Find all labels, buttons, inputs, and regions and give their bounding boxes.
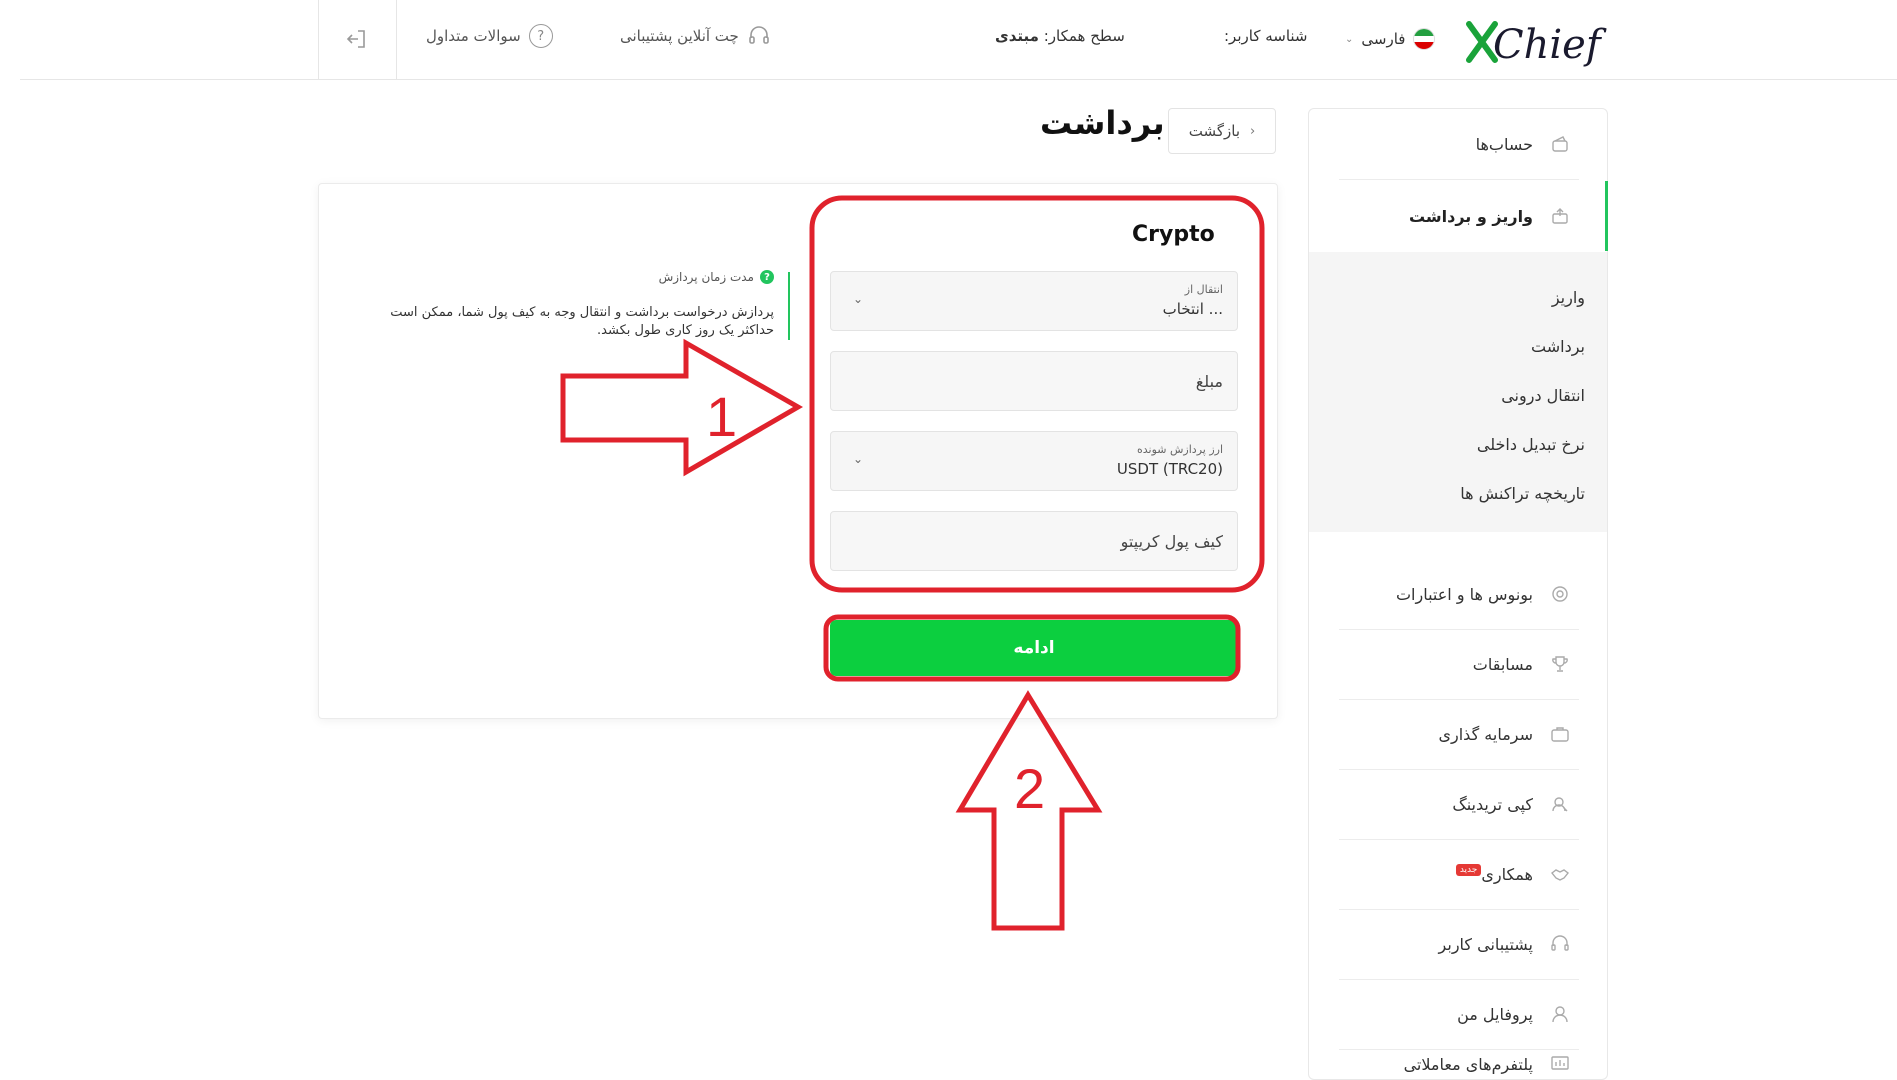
- page-title: برداشت: [1040, 104, 1165, 142]
- partner-level: سطح همکار: مبتدی: [995, 27, 1125, 45]
- transfer-from-value: ... انتخاب: [1162, 300, 1223, 318]
- sidebar-item-label: کپی تریدینگ: [1452, 794, 1533, 814]
- chevron-left-icon: ‹: [1250, 123, 1256, 139]
- sidebar: واریز برداشت انتقال درونی نرخ تبدیل داخل…: [1308, 108, 1608, 1080]
- chevron-down-icon: ⌄: [1345, 33, 1354, 45]
- headset-icon: [1549, 933, 1571, 955]
- top-header: [20, 0, 1897, 80]
- copy-trading-icon: [1549, 793, 1571, 815]
- user-icon: [1549, 1003, 1571, 1025]
- currency-value: USDT (TRC20): [1116, 460, 1223, 478]
- support-chat-link[interactable]: چت آنلاین پشتیبانی: [620, 24, 771, 48]
- user-id-label: شناسه کاربر:: [1224, 27, 1308, 45]
- trophy-icon: [1549, 653, 1571, 675]
- new-badge: جدید: [1455, 863, 1482, 876]
- submenu-item-withdraw[interactable]: برداشت: [1531, 337, 1585, 356]
- sidebar-item-label: بونوس ها و اعتبارات: [1395, 584, 1533, 604]
- partner-level-value: مبتدی: [995, 27, 1039, 45]
- sidebar-item-copy-trading[interactable]: کپی تریدینگ: [1307, 769, 1607, 839]
- back-button[interactable]: ‹ بازگشت: [1168, 108, 1276, 154]
- transfer-from-label: انتقال از: [1184, 283, 1223, 296]
- info-heading-label: مدت زمان پردازش: [658, 270, 754, 284]
- header-divider: [318, 0, 319, 80]
- active-indicator: [1605, 181, 1608, 251]
- sidebar-item-accounts[interactable]: حساب‌ها: [1307, 109, 1607, 179]
- sidebar-item-label: پلتفرم‌های معاملاتی: [1403, 1054, 1533, 1074]
- section-title: Crypto: [1132, 222, 1215, 247]
- sidebar-submenu: واریز برداشت انتقال درونی نرخ تبدیل داخل…: [1309, 252, 1607, 532]
- sidebar-item-bonus[interactable]: بونوس ها و اعتبارات: [1307, 559, 1607, 629]
- platform-icon: [1549, 1053, 1571, 1075]
- sidebar-item-competitions[interactable]: مسابقات: [1307, 629, 1607, 699]
- handshake-icon: [1549, 863, 1571, 885]
- transfer-icon: [1549, 205, 1571, 227]
- headset-icon: [749, 26, 769, 44]
- sidebar-item-support[interactable]: پشتیبانی کاربر: [1307, 909, 1607, 979]
- sidebar-item-partnership[interactable]: جدید همکاری: [1307, 839, 1607, 909]
- submenu-item-deposit[interactable]: واریز: [1552, 288, 1585, 307]
- header-divider: [396, 0, 397, 80]
- arrow-up-annotation: [955, 690, 1103, 931]
- sidebar-item-label: واریز و برداشت: [1408, 206, 1533, 226]
- sidebar-item-label: پروفایل من: [1457, 1004, 1533, 1024]
- sidebar-item-deposit-withdraw[interactable]: واریز و برداشت: [1307, 181, 1607, 251]
- sidebar-item-label: پشتیبانی کاربر: [1438, 934, 1533, 954]
- submenu-item-internal-transfer[interactable]: انتقال درونی: [1501, 386, 1585, 405]
- partner-level-label: سطح همکار:: [1043, 27, 1125, 45]
- currency-select[interactable]: ارز پردازش شونده USDT (TRC20) ⌄: [830, 431, 1238, 491]
- briefcase-icon: [1549, 723, 1571, 745]
- support-chat-label: چت آنلاین پشتیبانی: [620, 27, 739, 45]
- sidebar-item-label: جدید همکاری: [1452, 863, 1533, 884]
- language-selector[interactable]: فارسی ⌄: [1345, 26, 1436, 52]
- submenu-item-exchange-rate[interactable]: نرخ تبدیل داخلی: [1477, 435, 1585, 454]
- sidebar-divider: [1339, 179, 1579, 180]
- transfer-from-select[interactable]: انتقال از ... انتخاب ⌄: [830, 271, 1238, 331]
- faq-link[interactable]: ? سوالات متداول: [426, 24, 553, 48]
- step-2-label: 2: [1014, 757, 1045, 820]
- language-label: فارسی: [1361, 30, 1406, 48]
- help-icon: ?: [760, 270, 774, 284]
- chevron-down-icon: ⌄: [853, 292, 864, 306]
- currency-label: ارز پردازش شونده: [1137, 443, 1223, 456]
- chevron-down-icon: ⌄: [853, 452, 864, 466]
- faq-label: سوالات متداول: [426, 27, 521, 45]
- logout-icon[interactable]: [344, 27, 368, 51]
- submenu-item-transaction-history[interactable]: تاریخچه تراکنش ها: [1460, 484, 1585, 503]
- wallet-placeholder: کیف پول کریپتو: [1120, 532, 1223, 551]
- sidebar-item-label: مسابقات: [1472, 654, 1533, 674]
- crypto-wallet-input[interactable]: کیف پول کریپتو: [830, 511, 1238, 571]
- sidebar-item-label: حساب‌ها: [1475, 134, 1533, 154]
- info-body: پردازش درخواست برداشت و انتقال وجه به کی…: [390, 305, 774, 338]
- back-label: بازگشت: [1188, 122, 1241, 140]
- sidebar-item-label: سرمایه گذاری: [1438, 724, 1533, 744]
- amount-input[interactable]: مبلغ: [830, 351, 1238, 411]
- question-icon: ?: [528, 24, 553, 48]
- info-heading: ? مدت زمان پردازش: [659, 270, 774, 284]
- amount-placeholder: مبلغ: [1195, 372, 1223, 391]
- info-accent-bar: [788, 272, 790, 340]
- sidebar-item-profile[interactable]: پروفایل من: [1307, 979, 1607, 1049]
- sidebar-item-investment[interactable]: سرمایه گذاری: [1307, 699, 1607, 769]
- xchief-logo[interactable]: Chief: [1465, 10, 1610, 72]
- sidebar-item-platforms[interactable]: پلتفرم‌های معاملاتی: [1307, 1047, 1607, 1080]
- wallet-icon: [1549, 133, 1571, 155]
- continue-button[interactable]: ادامه: [830, 620, 1238, 676]
- bonus-icon: [1549, 583, 1571, 605]
- logo-text: Chief: [1493, 22, 1607, 68]
- iran-flag-icon: [1413, 28, 1436, 50]
